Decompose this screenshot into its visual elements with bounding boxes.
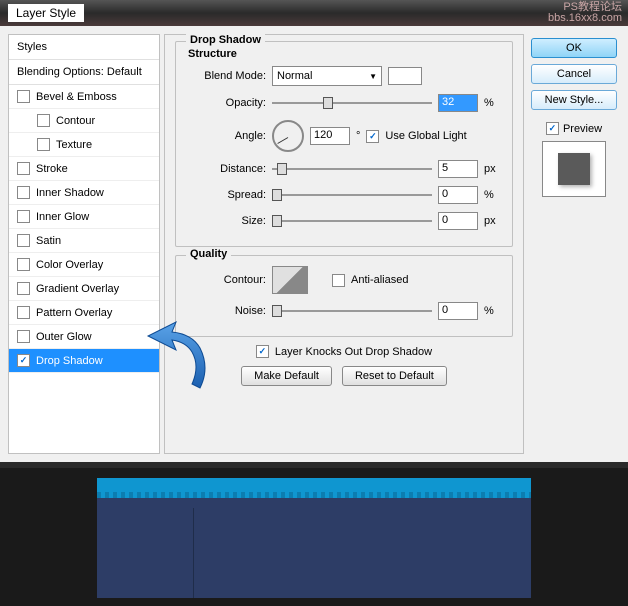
style-label: Drop Shadow <box>36 355 103 367</box>
background-preview <box>0 468 628 606</box>
distance-input[interactable]: 5 <box>438 160 478 178</box>
style-label: Stroke <box>36 163 68 175</box>
style-item-outer-glow[interactable]: Outer Glow <box>9 325 159 349</box>
style-label: Satin <box>36 235 61 247</box>
window-title: Layer Style <box>8 4 84 22</box>
opacity-label: Opacity: <box>184 97 266 109</box>
style-label: Outer Glow <box>36 331 92 343</box>
style-label: Pattern Overlay <box>36 307 112 319</box>
preview-checkbox[interactable] <box>546 122 559 135</box>
reset-default-button[interactable]: Reset to Default <box>342 366 447 386</box>
preview-label: Preview <box>563 123 602 135</box>
title-bar: Layer Style PS教程论坛 bbs.16xx8.com <box>0 0 628 26</box>
drop-shadow-settings: Drop Shadow Structure Blend Mode: Normal… <box>164 34 524 454</box>
style-label: Inner Shadow <box>36 187 104 199</box>
size-slider[interactable] <box>272 212 432 230</box>
style-item-satin[interactable]: Satin <box>9 229 159 253</box>
knockout-label: Layer Knocks Out Drop Shadow <box>275 346 432 358</box>
distance-label: Distance: <box>184 163 266 175</box>
style-checkbox[interactable] <box>17 186 30 199</box>
style-checkbox[interactable] <box>17 306 30 319</box>
style-item-stroke[interactable]: Stroke <box>9 157 159 181</box>
shadow-color-swatch[interactable] <box>388 67 422 85</box>
spread-input[interactable]: 0 <box>438 186 478 204</box>
distance-unit: px <box>484 163 504 175</box>
style-item-contour[interactable]: Contour <box>9 109 159 133</box>
style-checkbox[interactable] <box>17 162 30 175</box>
style-item-pattern-overlay[interactable]: Pattern Overlay <box>9 301 159 325</box>
angle-input[interactable]: 120 <box>310 127 350 145</box>
blend-mode-dropdown[interactable]: Normal <box>272 66 382 86</box>
style-checkbox[interactable] <box>17 210 30 223</box>
style-label: Bevel & Emboss <box>36 91 117 103</box>
style-checkbox[interactable] <box>17 330 30 343</box>
opacity-unit: % <box>484 97 504 109</box>
angle-dial[interactable] <box>272 120 304 152</box>
use-global-light-checkbox[interactable] <box>366 130 379 143</box>
styles-list: Styles Blending Options: Default Bevel &… <box>8 34 160 454</box>
anti-aliased-checkbox[interactable] <box>332 274 345 287</box>
cancel-button[interactable]: Cancel <box>531 64 617 84</box>
angle-label: Angle: <box>184 130 266 142</box>
style-item-inner-glow[interactable]: Inner Glow <box>9 205 159 229</box>
ok-button[interactable]: OK <box>531 38 617 58</box>
style-item-bevel-emboss[interactable]: Bevel & Emboss <box>9 85 159 109</box>
blending-options[interactable]: Blending Options: Default <box>9 60 159 85</box>
blend-mode-label: Blend Mode: <box>184 70 266 82</box>
noise-slider[interactable] <box>272 302 432 320</box>
opacity-slider[interactable] <box>272 94 432 112</box>
noise-input[interactable]: 0 <box>438 302 478 320</box>
structure-title: Structure <box>188 48 504 60</box>
style-checkbox[interactable] <box>17 282 30 295</box>
angle-unit: ° <box>356 130 360 142</box>
style-label: Color Overlay <box>36 259 103 271</box>
knockout-checkbox[interactable] <box>256 345 269 358</box>
contour-label: Contour: <box>184 274 266 286</box>
anti-aliased-label: Anti-aliased <box>351 274 408 286</box>
spread-slider[interactable] <box>272 186 432 204</box>
preview-thumbnail <box>542 141 606 197</box>
style-checkbox[interactable] <box>17 234 30 247</box>
spread-label: Spread: <box>184 189 266 201</box>
style-label: Contour <box>56 115 95 127</box>
style-item-color-overlay[interactable]: Color Overlay <box>9 253 159 277</box>
style-checkbox[interactable] <box>17 258 30 271</box>
size-unit: px <box>484 215 504 227</box>
style-label: Gradient Overlay <box>36 283 119 295</box>
style-item-texture[interactable]: Texture <box>9 133 159 157</box>
drop-shadow-title: Drop Shadow <box>186 34 265 46</box>
spread-unit: % <box>484 189 504 201</box>
opacity-input[interactable]: 32 <box>438 94 478 112</box>
watermark: PS教程论坛 bbs.16xx8.com <box>548 2 622 24</box>
styles-header[interactable]: Styles <box>9 35 159 60</box>
noise-unit: % <box>484 305 504 317</box>
contour-picker[interactable] <box>272 266 308 294</box>
style-item-drop-shadow[interactable]: Drop Shadow <box>9 349 159 373</box>
style-checkbox[interactable] <box>37 114 50 127</box>
style-item-gradient-overlay[interactable]: Gradient Overlay <box>9 277 159 301</box>
size-input[interactable]: 0 <box>438 212 478 230</box>
style-label: Inner Glow <box>36 211 89 223</box>
style-checkbox[interactable] <box>37 138 50 151</box>
size-label: Size: <box>184 215 266 227</box>
style-item-inner-shadow[interactable]: Inner Shadow <box>9 181 159 205</box>
new-style-button[interactable]: New Style... <box>531 90 617 110</box>
quality-title: Quality <box>186 248 231 260</box>
make-default-button[interactable]: Make Default <box>241 366 332 386</box>
use-global-light-label: Use Global Light <box>385 130 466 142</box>
noise-label: Noise: <box>184 305 266 317</box>
distance-slider[interactable] <box>272 160 432 178</box>
style-checkbox[interactable] <box>17 354 30 367</box>
style-checkbox[interactable] <box>17 90 30 103</box>
style-label: Texture <box>56 139 92 151</box>
